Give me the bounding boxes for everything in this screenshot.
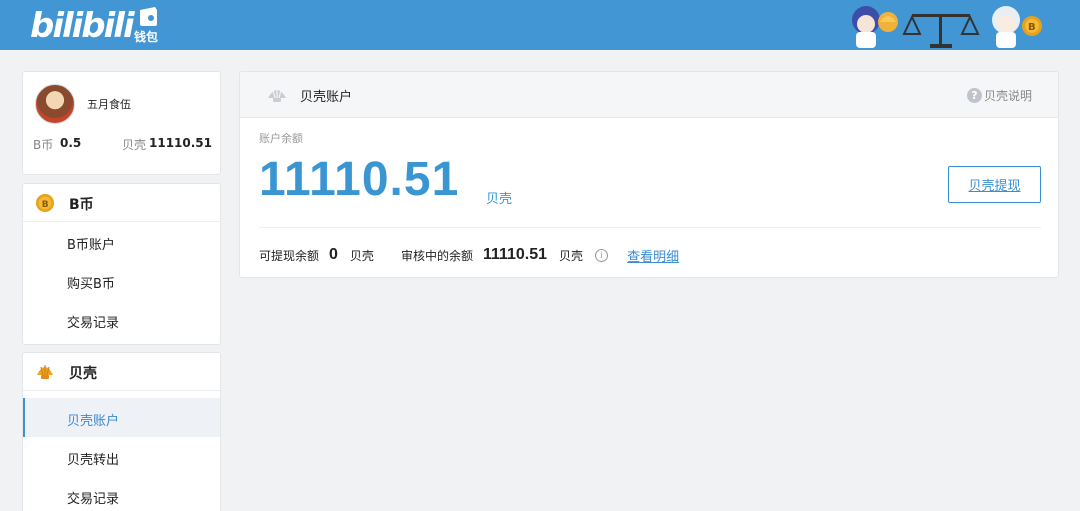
- shell-balance-label: 贝壳: [122, 138, 147, 152]
- sidebar-item-buy-bcoin[interactable]: 购买B币: [23, 261, 220, 300]
- shell-balance-value: 11110.51: [149, 136, 213, 150]
- shell-menu-title: 贝壳: [69, 366, 97, 382]
- balance-details-row: 可提现余额 0 贝壳 审核中的余额 11110.51 贝壳 i 查看明细: [259, 244, 679, 266]
- pending-unit: 贝壳: [559, 248, 584, 263]
- sidebar-item-shell-transfer[interactable]: 贝壳转出: [23, 437, 220, 476]
- svg-text:B: B: [42, 200, 49, 210]
- bcoin-menu-title: B币: [69, 197, 94, 213]
- sidebar-item-shell-account[interactable]: 贝壳账户: [23, 398, 220, 437]
- balance-label: 账户余额: [259, 132, 303, 145]
- shell-help-link[interactable]: ? 贝壳说明: [966, 87, 1032, 104]
- shell-menu-header: 贝壳: [23, 353, 220, 391]
- sidebar-item-shell-transactions[interactable]: 交易记录: [23, 476, 220, 511]
- sidebar-item-bcoin-transactions[interactable]: 交易记录: [23, 300, 220, 339]
- user-card: 五月食伍 B币 0.5 贝壳 11110.51: [22, 71, 221, 175]
- withdrawable-unit: 贝壳: [349, 248, 374, 263]
- sidebar-item-label: 购买B币: [67, 277, 115, 292]
- wallet-logo-icon: [139, 7, 157, 26]
- shell-outline-icon: [268, 88, 286, 102]
- withdrawable-value: 0: [329, 246, 338, 263]
- question-icon: ?: [966, 88, 982, 103]
- panel-title: 贝壳账户: [300, 90, 353, 105]
- bcoin-menu-header: B B币: [23, 184, 220, 222]
- wallet-label: 钱包: [134, 30, 159, 44]
- header-mascot-illustration: B: [852, 6, 1042, 48]
- bcoin-balance-value: 0.5: [60, 136, 82, 150]
- shell-icon: [37, 365, 53, 379]
- bcoin-menu: B B币 B币账户 购买B币 交易记录: [22, 183, 221, 345]
- sidebar-item-label: 交易记录: [67, 492, 120, 507]
- sidebar-item-bcoin-account[interactable]: B币账户: [23, 222, 220, 261]
- shell-account-panel: 贝壳账户 ? 贝壳说明 账户余额 11110.51 贝壳 贝壳提现 可提现余额 …: [239, 71, 1059, 278]
- sidebar-item-label: 交易记录: [67, 316, 120, 331]
- pending-label: 审核中的余额: [400, 248, 473, 263]
- logo-text: bilibili: [30, 6, 135, 46]
- bcoin-icon: B: [36, 194, 54, 212]
- view-details-link[interactable]: 查看明细: [627, 246, 679, 265]
- username: 五月食伍: [87, 98, 131, 111]
- withdraw-button[interactable]: 贝壳提现: [948, 166, 1041, 203]
- balance-unit: 贝壳: [486, 192, 513, 207]
- shell-menu: 贝壳 贝壳账户 贝壳转出 交易记录: [22, 352, 221, 511]
- top-bar: bilibili 钱包 B: [0, 0, 1080, 50]
- withdrawable-label: 可提现余额: [259, 248, 320, 263]
- sidebar-item-label: 贝壳账户: [67, 414, 120, 429]
- pending-value: 11110.51: [482, 246, 548, 263]
- sidebar-item-label: B币账户: [67, 238, 115, 253]
- shell-help-label: 贝壳说明: [983, 89, 1032, 103]
- sidebar-item-label: 贝壳转出: [67, 453, 120, 468]
- svg-text:B: B: [1028, 22, 1036, 33]
- bcoin-balance-label: B币: [33, 138, 54, 152]
- divider: [259, 227, 1041, 228]
- avatar[interactable]: [35, 84, 75, 124]
- info-icon[interactable]: i: [595, 248, 609, 262]
- panel-header: 贝壳账户 ? 贝壳说明: [240, 72, 1058, 118]
- balance-amount: 11110.51: [259, 153, 460, 206]
